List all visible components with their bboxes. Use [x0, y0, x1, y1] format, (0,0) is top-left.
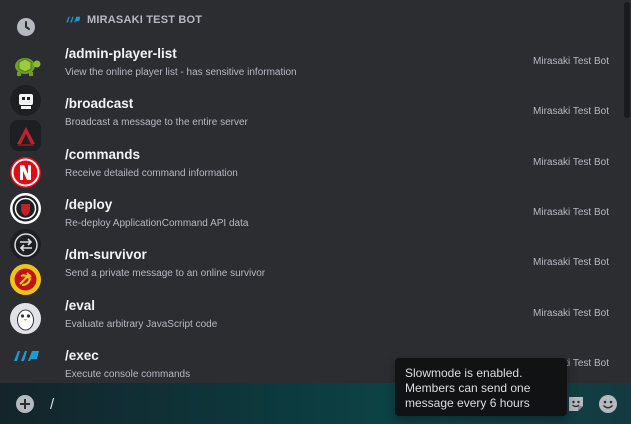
scrollbar-thumb[interactable] — [624, 2, 630, 118]
emoji-smile-icon — [599, 395, 617, 413]
robot-server-icon[interactable] — [10, 85, 41, 116]
command-name: /eval — [65, 298, 96, 313]
sticker-button[interactable] — [566, 394, 586, 414]
command-autocomplete-popup: MIRASAKI TEST BOT /admin-player-list Vie… — [51, 0, 623, 383]
command-source: Mirasaki Test Bot — [533, 157, 609, 168]
upload-plus-button[interactable] — [16, 395, 34, 413]
command-item-eval[interactable]: /eval Evaluate arbitrary JavaScript code… — [55, 290, 619, 340]
slowmode-tooltip-text: Slowmode is enabled. Members can send on… — [405, 366, 531, 410]
command-name: /deploy — [65, 197, 113, 212]
command-name: /exec — [65, 348, 99, 363]
command-source: Mirasaki Test Bot — [533, 106, 609, 117]
command-description: Send a private message to an online surv… — [65, 268, 266, 279]
hammer-sickle-server-icon[interactable] — [10, 264, 41, 295]
emoji-button[interactable] — [598, 394, 618, 414]
sticker-icon — [569, 397, 583, 411]
recent-clock-icon[interactable] — [10, 11, 41, 42]
server-rail — [0, 0, 51, 383]
turtle-server-icon[interactable] — [10, 50, 41, 81]
command-source: Mirasaki Test Bot — [533, 257, 609, 268]
shield-server-icon[interactable] — [10, 193, 41, 224]
command-item-broadcast[interactable]: /broadcast Broadcast a message to the en… — [55, 88, 619, 138]
command-name: /broadcast — [65, 96, 134, 111]
plus-icon — [20, 399, 30, 409]
penguin-server-icon[interactable] — [10, 303, 41, 334]
mirasaki-logo-server-icon[interactable] — [10, 339, 41, 370]
popup-scrollbar[interactable] — [623, 0, 631, 383]
slowmode-tooltip: Slowmode is enabled. Members can send on… — [395, 358, 567, 416]
netflix-n-server-icon[interactable] — [10, 157, 41, 188]
swap-arrows-server-icon[interactable] — [10, 229, 41, 260]
command-source: Mirasaki Test Bot — [533, 56, 609, 67]
command-description: Re-deploy ApplicationCommand API data — [65, 218, 249, 229]
command-name: /admin-player-list — [65, 46, 177, 61]
command-description: Broadcast a message to the entire server — [65, 117, 248, 128]
popup-header-title: MIRASAKI TEST BOT — [87, 14, 203, 26]
command-source: Mirasaki Test Bot — [533, 308, 609, 319]
command-item-dm-survivor[interactable]: /dm-survivor Send a private message to a… — [55, 239, 619, 289]
command-name: /commands — [65, 147, 141, 162]
command-description: Receive detailed command information — [65, 168, 238, 179]
message-input[interactable] — [50, 393, 350, 415]
command-item-commands[interactable]: /commands Receive detailed command infor… — [55, 139, 619, 189]
popup-header: MIRASAKI TEST BOT — [65, 12, 202, 28]
command-description: Execute console commands — [65, 369, 191, 380]
command-item-deploy[interactable]: /deploy Re-deploy ApplicationCommand API… — [55, 189, 619, 239]
command-description: Evaluate arbitrary JavaScript code — [65, 319, 218, 330]
command-source: Mirasaki Test Bot — [533, 207, 609, 218]
command-description: View the online player list - has sensit… — [65, 67, 297, 78]
command-item-admin-player-list[interactable]: /admin-player-list View the online playe… — [55, 38, 619, 88]
mirasaki-logo-icon — [65, 11, 81, 29]
command-name: /dm-survivor — [65, 247, 147, 262]
red-a-server-icon[interactable] — [10, 120, 41, 151]
